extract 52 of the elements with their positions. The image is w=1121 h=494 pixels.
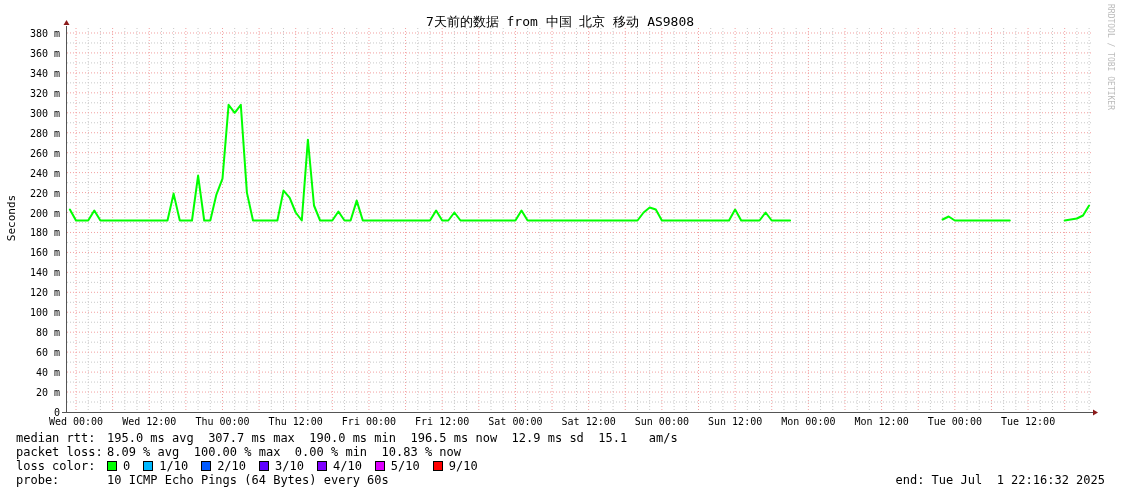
axis-tick-label: Sun 12:00 (708, 416, 763, 427)
axis-tick-label: 280 m (29, 127, 60, 139)
legend-values: 8.09 % avg 100.00 % max 0.00 % min 10.83 % now (107, 445, 461, 459)
credit-text: RRDTOOL / TOBI OETIKER (1106, 4, 1115, 110)
probe-text: 10 ICMP Echo Pings (64 Bytes) every 60s (107, 473, 389, 487)
axis-tick-label: 140 m (29, 267, 60, 279)
axis-tick-label: 0 (53, 407, 60, 418)
axis-tick-label: Tue 12:00 (1000, 416, 1056, 427)
legend-item-label: 9/10 (448, 459, 478, 473)
legend-item-label: 5/10 (390, 459, 420, 473)
axis-tick-label: Sat 00:00 (488, 416, 543, 427)
end-time: end: Tue Jul 1 22:16:32 2025 (895, 473, 1105, 487)
axis-tick-label: 100 m (29, 307, 60, 319)
axis-tick-label: Fri 12:00 (415, 416, 470, 427)
axis-tick-label: 320 m (29, 87, 60, 99)
axis-tick-label: Thu 00:00 (195, 416, 250, 427)
axis-tick-label: Tue 00:00 (927, 416, 982, 427)
axis-tick-label: 340 m (29, 67, 60, 79)
legend-label: loss color: (16, 459, 97, 473)
axis-tick-label: 240 m (29, 167, 60, 179)
axis-tick-label: Wed 12:00 (122, 416, 177, 427)
legend-label: packet loss: (16, 445, 104, 459)
axis-tick-label: Mon 12:00 (854, 416, 909, 427)
axis-tick-label: 20 m (35, 387, 60, 399)
legend-label: median rtt: (16, 431, 97, 445)
legend-item-label: 2/10 (217, 459, 247, 473)
axis-tick-label: 40 m (35, 367, 60, 379)
axis-tick-label: 220 m (29, 187, 60, 199)
legend-item-label: 0 (123, 459, 131, 473)
legend-values: 195.0 ms avg 307.7 ms max 190.0 ms min 196.5 ms now 12.9 ms sd 15.1 am/s (107, 431, 678, 445)
axis-tick-label: Sat 12:00 (561, 416, 616, 427)
axis-tick-label: Mon 00:00 (781, 416, 836, 427)
axis-tick-label: 200 m (29, 207, 60, 219)
axis-tick-label: 60 m (35, 347, 60, 359)
axis-tick-label: 380 m (29, 28, 60, 39)
legend-item-label: 4/10 (332, 459, 362, 473)
axis-tick-label: 160 m (29, 247, 60, 259)
axis-tick-label: 300 m (29, 107, 60, 119)
axis-title: Seconds (5, 194, 18, 242)
axis-tick-label: 180 m (29, 227, 60, 239)
axis-tick-label: Wed 00:00 (48, 416, 104, 427)
legend-item-label: 3/10 (275, 459, 304, 473)
axis-tick-label: 360 m (29, 47, 60, 59)
axis-tick-label: 120 m (29, 287, 60, 299)
chart-title: 7天前的数据 from 中国 北京 移动 AS9808 (425, 14, 695, 29)
axis-tick-label: Fri 00:00 (341, 416, 397, 427)
axis-tick-label: Sun 00:00 (634, 416, 689, 427)
axis-tick-label: Thu 12:00 (268, 416, 323, 427)
axis-tick-label: 260 m (29, 147, 60, 159)
axis-tick-label: 80 m (35, 327, 60, 339)
legend-item-label: 1/10 (159, 459, 189, 473)
legend-label: probe: (16, 473, 61, 487)
